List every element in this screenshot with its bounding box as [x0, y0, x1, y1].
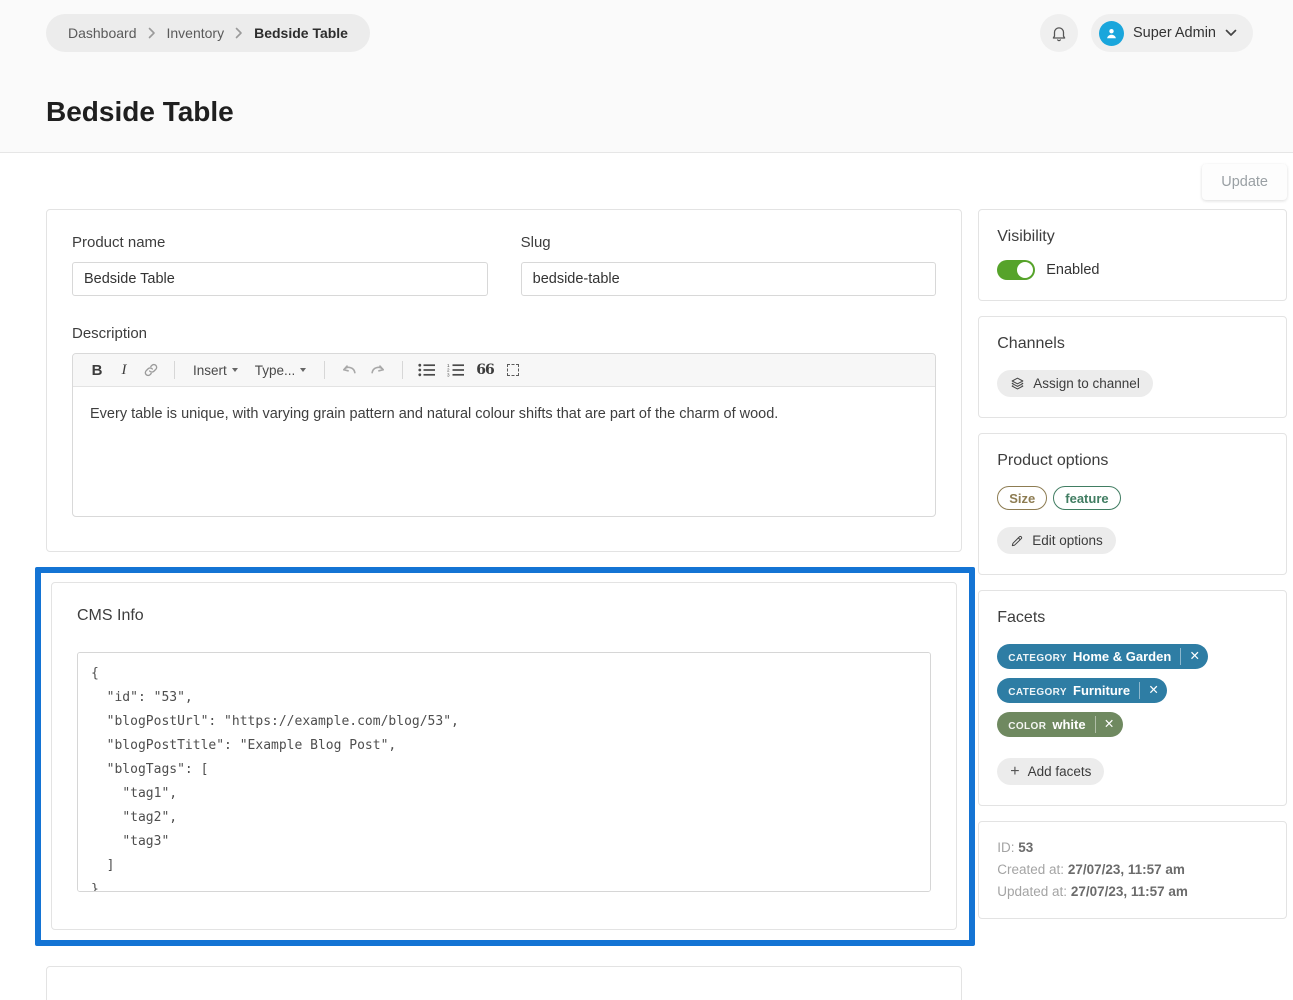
breadcrumb-current: Bedside Table — [254, 25, 348, 41]
id-value: 53 — [1018, 840, 1033, 855]
layers-icon — [1010, 376, 1025, 391]
product-details-card: Product name Slug Description B I — [46, 209, 962, 552]
remove-facet-icon[interactable]: ✕ — [1181, 644, 1208, 669]
insert-dropdown-label: Insert — [193, 363, 227, 378]
product-options-title: Product options — [997, 452, 1268, 470]
html-block-icon[interactable] — [502, 358, 524, 382]
next-section-card — [46, 966, 962, 1000]
editor-toolbar: B I Insert — [73, 354, 935, 387]
caret-down-icon — [232, 368, 238, 372]
remove-facet-icon[interactable]: ✕ — [1096, 712, 1123, 737]
channels-card: Channels Assign to channel — [978, 316, 1287, 418]
facet-value-label: white — [1052, 717, 1085, 732]
update-button[interactable]: Update — [1202, 164, 1287, 200]
add-facets-button[interactable]: + Add facets — [997, 758, 1104, 785]
product-name-input[interactable] — [72, 262, 488, 296]
user-menu[interactable]: Super Admin — [1091, 14, 1253, 52]
facet-value-label: Home & Garden — [1073, 649, 1171, 664]
product-name-label: Product name — [72, 234, 488, 251]
toolbar-divider — [174, 361, 175, 379]
assign-to-channel-button[interactable]: Assign to channel — [997, 370, 1153, 397]
option-chip-size: Size — [997, 486, 1047, 510]
created-at-label: Created at: — [997, 862, 1064, 877]
description-label: Description — [72, 325, 936, 342]
visibility-title: Visibility — [997, 228, 1268, 246]
created-at-value: 27/07/23, 11:57 am — [1068, 862, 1185, 877]
caret-down-icon — [300, 368, 306, 372]
chevron-right-icon — [148, 27, 156, 39]
entity-meta-card: ID: 53 Created at: 27/07/23, 11:57 am Up… — [978, 821, 1287, 919]
product-options-card: Product options Size feature Edit option… — [978, 433, 1287, 575]
bold-button[interactable]: B — [86, 358, 108, 382]
meta-updated-row: Updated at: 27/07/23, 11:57 am — [997, 881, 1268, 903]
chevron-down-icon — [1225, 29, 1237, 37]
visibility-toggle-label: Enabled — [1046, 262, 1099, 278]
chevron-right-icon — [235, 27, 243, 39]
toggle-knob — [1017, 262, 1033, 278]
id-label: ID: — [997, 840, 1014, 855]
option-chip-feature: feature — [1053, 486, 1120, 510]
notifications-button[interactable] — [1040, 14, 1078, 52]
type-dropdown-label: Type... — [255, 363, 296, 378]
meta-created-row: Created at: 27/07/23, 11:57 am — [997, 859, 1268, 881]
description-editor[interactable]: Every table is unique, with varying grai… — [73, 387, 935, 516]
type-dropdown[interactable]: Type... — [249, 358, 313, 382]
add-facets-label: Add facets — [1028, 764, 1092, 779]
undo-icon[interactable] — [337, 358, 361, 382]
cms-info-card: CMS Info { "id": "53", "blogPostUrl": "h… — [51, 582, 957, 930]
breadcrumb-dashboard[interactable]: Dashboard — [68, 25, 137, 41]
italic-button[interactable]: I — [113, 358, 135, 382]
updated-at-value: 27/07/23, 11:57 am — [1071, 884, 1188, 899]
pencil-icon — [1010, 534, 1024, 548]
rich-text-editor: B I Insert — [72, 353, 936, 517]
bullet-list-icon[interactable] — [415, 358, 439, 382]
blockquote-icon[interactable]: 66 — [473, 358, 496, 382]
facet-group-label: COLOR — [1008, 721, 1046, 732]
bell-icon — [1050, 24, 1068, 43]
link-icon[interactable] — [140, 358, 162, 382]
facet-chip: CATEGORY Furniture ✕ — [997, 678, 1167, 703]
user-name: Super Admin — [1133, 25, 1216, 41]
slug-input[interactable] — [521, 262, 937, 296]
avatar — [1099, 21, 1124, 46]
facets-card: Facets CATEGORY Home & Garden ✕ CATEGORY — [978, 590, 1287, 806]
svg-text:3: 3 — [447, 372, 450, 377]
facet-chip: CATEGORY Home & Garden ✕ — [997, 644, 1208, 669]
assign-to-channel-label: Assign to channel — [1033, 376, 1140, 391]
redo-icon[interactable] — [366, 358, 390, 382]
breadcrumb: Dashboard Inventory Bedside Table — [46, 14, 370, 52]
remove-facet-icon[interactable]: ✕ — [1140, 678, 1167, 703]
facet-chip: COLOR white ✕ — [997, 712, 1122, 737]
page-header: Dashboard Inventory Bedside Table — [0, 0, 1293, 153]
channels-title: Channels — [997, 335, 1268, 353]
edit-options-label: Edit options — [1032, 533, 1103, 548]
facet-group-label: CATEGORY — [1008, 687, 1067, 698]
visibility-card: Visibility Enabled — [978, 209, 1287, 301]
plus-icon: + — [1010, 764, 1019, 780]
cms-info-json-textarea[interactable]: { "id": "53", "blogPostUrl": "https://ex… — [77, 652, 931, 892]
page-title: Bedside Table — [46, 96, 1253, 128]
meta-id-row: ID: 53 — [997, 837, 1268, 859]
slug-label: Slug — [521, 234, 937, 251]
updated-at-label: Updated at: — [997, 884, 1067, 899]
cms-info-title: CMS Info — [77, 607, 931, 625]
insert-dropdown[interactable]: Insert — [187, 358, 244, 382]
facets-title: Facets — [997, 609, 1268, 627]
facet-value-label: Furniture — [1073, 683, 1130, 698]
toolbar-divider — [324, 361, 325, 379]
edit-options-button[interactable]: Edit options — [997, 527, 1116, 554]
cms-info-highlight: CMS Info { "id": "53", "blogPostUrl": "h… — [35, 567, 975, 946]
facet-group-label: CATEGORY — [1008, 653, 1067, 664]
toolbar-divider — [402, 361, 403, 379]
visibility-toggle[interactable] — [997, 260, 1035, 280]
breadcrumb-inventory[interactable]: Inventory — [167, 25, 225, 41]
ordered-list-icon[interactable]: 123 — [444, 358, 468, 382]
